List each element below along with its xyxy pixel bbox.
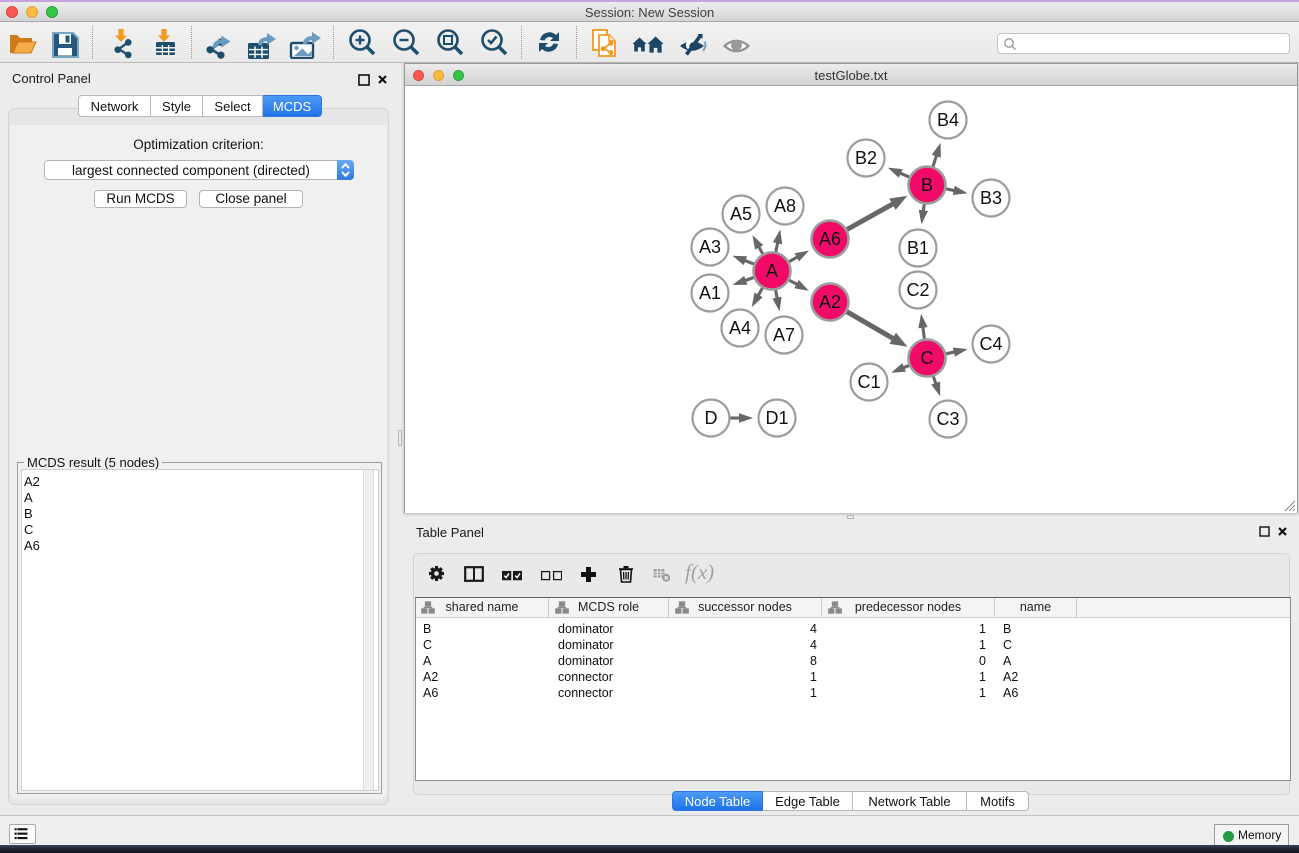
- svg-text:A: A: [766, 261, 778, 281]
- svg-text:D: D: [705, 408, 718, 428]
- svg-text:B3: B3: [980, 188, 1002, 208]
- svg-text:A8: A8: [774, 196, 796, 216]
- svg-text:A4: A4: [729, 318, 751, 338]
- svg-text:B4: B4: [937, 110, 959, 130]
- svg-text:C1: C1: [857, 372, 880, 392]
- svg-text:A7: A7: [773, 325, 795, 345]
- svg-text:A2: A2: [819, 292, 841, 312]
- svg-text:C4: C4: [979, 334, 1002, 354]
- svg-text:B2: B2: [855, 148, 877, 168]
- svg-text:A6: A6: [819, 229, 841, 249]
- svg-text:A1: A1: [699, 283, 721, 303]
- svg-text:B: B: [921, 175, 933, 195]
- svg-text:D1: D1: [765, 408, 788, 428]
- svg-text:B1: B1: [907, 238, 929, 258]
- svg-text:A5: A5: [730, 204, 752, 224]
- svg-text:C: C: [921, 348, 934, 368]
- svg-text:C2: C2: [906, 280, 929, 300]
- svg-text:A3: A3: [699, 237, 721, 257]
- svg-text:C3: C3: [936, 409, 959, 429]
